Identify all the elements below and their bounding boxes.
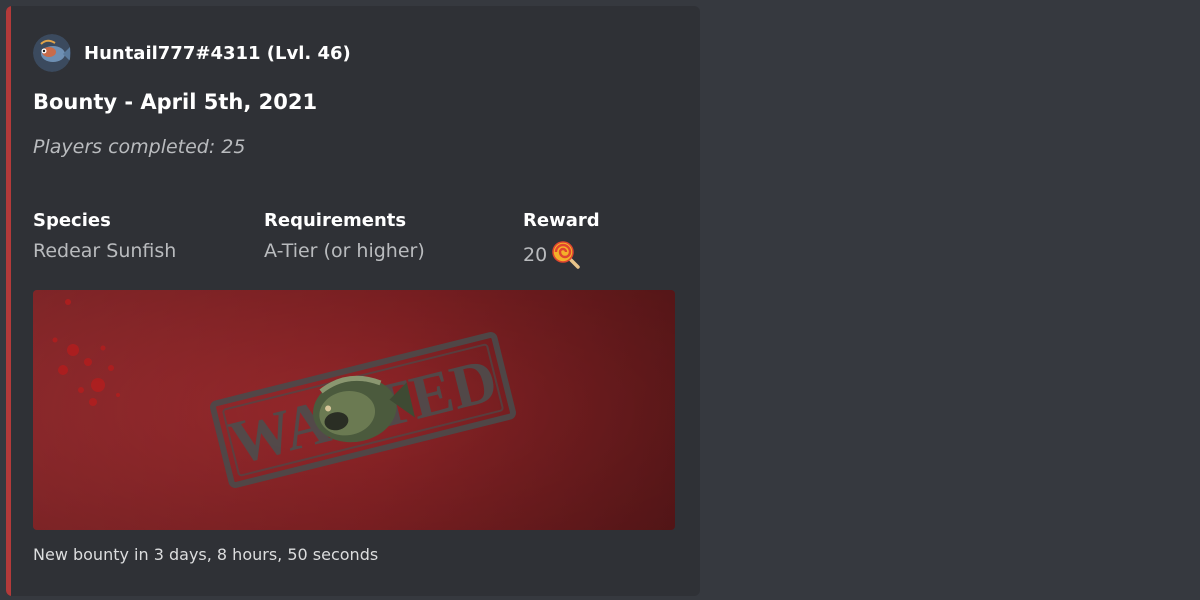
- embed-footer: New bounty in 3 days, 8 hours, 50 second…: [33, 545, 379, 564]
- embed-title: Bounty - April 5th, 2021: [33, 90, 318, 114]
- field-species-text: Redear Sunfish: [33, 240, 177, 262]
- wanted-poster-image[interactable]: WANTED: [33, 290, 675, 530]
- field-species-name: Species: [33, 210, 111, 231]
- embed-author: Huntail777#4311 (Lvl. 46): [33, 34, 351, 72]
- field-reward: Reward 20: [523, 210, 600, 270]
- field-species-value: Redear Sunfish: [33, 240, 176, 262]
- fish-avatar-icon[interactable]: [33, 34, 71, 72]
- bounty-embed: Huntail777#4311 (Lvl. 46) Bounty - April…: [6, 6, 700, 596]
- field-requirements: Requirements A-Tier (or higher): [264, 210, 425, 262]
- author-name[interactable]: Huntail777#4311 (Lvl. 46): [84, 43, 351, 64]
- field-requirements-value: A-Tier (or higher): [264, 240, 425, 262]
- field-reward-text: 20: [523, 244, 548, 266]
- field-requirements-text: A-Tier (or higher): [264, 240, 425, 262]
- embed-description: Players completed: 25: [33, 136, 246, 158]
- field-reward-value: 20: [523, 240, 600, 270]
- field-requirements-name: Requirements: [264, 210, 407, 231]
- field-reward-name: Reward: [523, 210, 600, 231]
- field-species: Species Redear Sunfish: [33, 210, 176, 262]
- embed-accent-bar: [6, 6, 11, 596]
- lollipop-icon: [551, 240, 581, 270]
